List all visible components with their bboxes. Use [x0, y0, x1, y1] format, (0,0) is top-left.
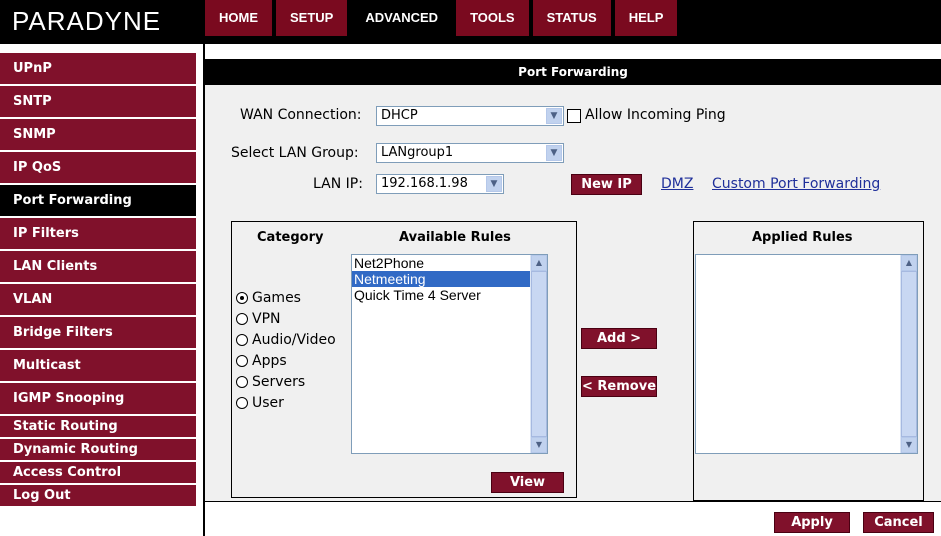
scroll-up-icon[interactable]: ▲ [531, 255, 547, 271]
sidebar-item-ip-filters[interactable]: IP Filters [0, 218, 196, 249]
radio-icon [236, 376, 248, 388]
lan-group-select[interactable]: LANgroup1 ▼ [376, 143, 564, 163]
radio-icon [236, 397, 248, 409]
sidebar-item-access-control[interactable]: Access Control [0, 462, 196, 483]
chevron-down-icon: ▼ [546, 108, 562, 124]
lan-ip-label: LAN IP: [313, 176, 363, 192]
radio-vpn-label: VPN [252, 311, 281, 327]
applied-rules-panel: Applied Rules ▲ ▼ [693, 221, 924, 501]
available-rules-list[interactable]: Net2Phone Netmeeting Quick Time 4 Server… [351, 254, 548, 454]
wan-connection-select[interactable]: DHCP ▼ [376, 106, 564, 126]
sidebar-item-dynamic-routing[interactable]: Dynamic Routing [0, 439, 196, 460]
sidebar-item-sntp[interactable]: SNTP [0, 86, 196, 117]
radio-apps-label: Apps [252, 353, 287, 369]
scroll-thumb[interactable] [531, 271, 547, 437]
sidebar-item-snmp[interactable]: SNMP [0, 119, 196, 150]
radio-vpn[interactable]: VPN [236, 311, 281, 327]
sidebar-item-log-out[interactable]: Log Out [0, 485, 196, 506]
page-title: Port Forwarding [205, 59, 941, 85]
sidebar-item-multicast[interactable]: Multicast [0, 350, 196, 381]
sidebar: UPnP SNTP SNMP IP QoS Port Forwarding IP… [0, 53, 196, 508]
scroll-thumb[interactable] [901, 271, 917, 437]
radio-audio-video[interactable]: Audio/Video [236, 332, 336, 348]
remove-button[interactable]: < Remove [581, 376, 657, 397]
tab-help[interactable]: HELP [614, 0, 678, 36]
scroll-down-icon[interactable]: ▼ [531, 437, 547, 453]
list-item[interactable]: Quick Time 4 Server [352, 287, 547, 303]
sidebar-item-bridge-filters[interactable]: Bridge Filters [0, 317, 196, 348]
sidebar-item-vlan[interactable]: VLAN [0, 284, 196, 315]
chevron-down-icon: ▼ [486, 176, 502, 192]
main-content: WAN Connection: DHCP ▼ Allow Incoming Pi… [205, 85, 941, 501]
category-header: Category [257, 230, 324, 245]
sidebar-item-upnp[interactable]: UPnP [0, 53, 196, 84]
sidebar-item-igmp-snooping[interactable]: IGMP Snooping [0, 383, 196, 414]
content-bottom-border [205, 501, 941, 502]
sidebar-item-lan-clients[interactable]: LAN Clients [0, 251, 196, 282]
sidebar-item-ip-qos[interactable]: IP QoS [0, 152, 196, 183]
available-rules-header: Available Rules [399, 230, 511, 245]
wan-connection-label: WAN Connection: [240, 107, 362, 123]
wan-connection-value: DHCP [381, 108, 418, 123]
list-item-selected[interactable]: Netmeeting [352, 271, 547, 287]
applied-rules-list[interactable]: ▲ ▼ [695, 254, 918, 454]
lan-ip-select[interactable]: 192.168.1.98 ▼ [376, 174, 504, 194]
paradyne-logo: PARADYNE [12, 6, 162, 36]
sidebar-item-static-routing[interactable]: Static Routing [0, 416, 196, 437]
radio-icon [236, 313, 248, 325]
dmz-link[interactable]: DMZ [661, 176, 693, 192]
scroll-down-icon[interactable]: ▼ [901, 437, 917, 453]
tab-advanced[interactable]: ADVANCED [351, 0, 453, 36]
main-nav: HOME SETUP ADVANCED TOOLS STATUS HELP [205, 0, 681, 36]
view-button[interactable]: View [491, 472, 564, 493]
add-button[interactable]: Add > [581, 328, 657, 349]
chevron-down-icon: ▼ [546, 145, 562, 161]
available-rules-panel: Category Available Rules Games VPN Audio… [231, 221, 577, 498]
available-rules-scrollbar[interactable]: ▲ ▼ [530, 255, 547, 453]
tab-status[interactable]: STATUS [532, 0, 611, 36]
radio-selected-icon [236, 292, 248, 304]
radio-audio-video-label: Audio/Video [252, 332, 336, 348]
radio-icon [236, 334, 248, 346]
allow-incoming-ping-checkbox[interactable] [567, 109, 581, 123]
radio-apps[interactable]: Apps [236, 353, 287, 369]
radio-user[interactable]: User [236, 395, 284, 411]
tab-home[interactable]: HOME [205, 0, 272, 36]
radio-icon [236, 355, 248, 367]
scroll-up-icon[interactable]: ▲ [901, 255, 917, 271]
top-bar: PARADYNE HOME SETUP ADVANCED TOOLS STATU… [0, 0, 941, 44]
custom-port-forwarding-link[interactable]: Custom Port Forwarding [712, 176, 880, 192]
radio-servers-label: Servers [252, 374, 306, 390]
apply-button[interactable]: Apply [774, 512, 850, 533]
radio-servers[interactable]: Servers [236, 374, 305, 390]
applied-rules-header: Applied Rules [752, 230, 853, 245]
lan-ip-value: 192.168.1.98 [381, 176, 468, 191]
lan-group-value: LANgroup1 [381, 145, 454, 160]
tab-tools[interactable]: TOOLS [456, 0, 529, 36]
list-item[interactable]: Net2Phone [352, 255, 547, 271]
radio-games[interactable]: Games [236, 290, 301, 306]
new-ip-button[interactable]: New IP [571, 174, 642, 195]
radio-games-label: Games [252, 290, 301, 306]
lan-group-label: Select LAN Group: [231, 145, 359, 161]
applied-rules-scrollbar[interactable]: ▲ ▼ [900, 255, 917, 453]
tab-setup[interactable]: SETUP [276, 0, 348, 36]
allow-incoming-ping-label: Allow Incoming Ping [585, 107, 726, 123]
sidebar-item-port-forwarding[interactable]: Port Forwarding [0, 185, 196, 216]
cancel-button[interactable]: Cancel [863, 512, 934, 533]
radio-user-label: User [252, 395, 284, 411]
